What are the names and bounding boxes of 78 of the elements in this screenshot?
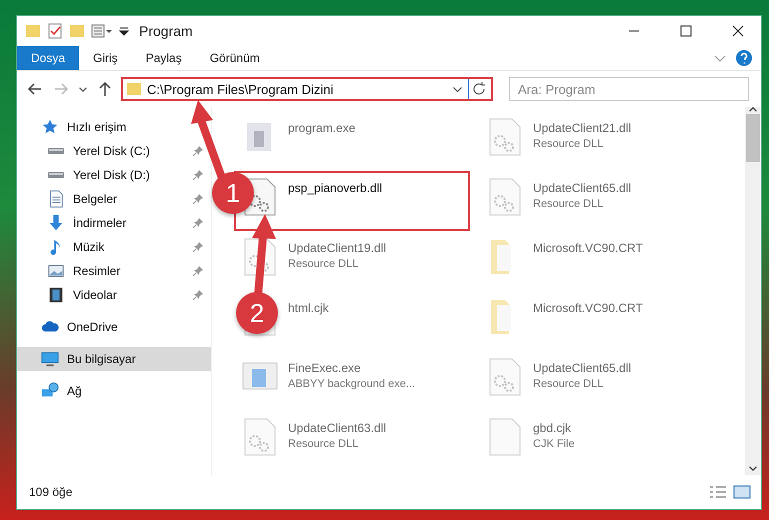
sidebar-item[interactable]: OneDrive bbox=[17, 315, 211, 339]
chevron-down-icon[interactable] bbox=[749, 466, 757, 471]
file-name[interactable]: UpdateClient21.dll bbox=[533, 121, 632, 135]
ribbon-tab[interactable]: Giriş bbox=[79, 46, 132, 70]
chevron-up-icon[interactable] bbox=[749, 107, 757, 112]
sidebar-item[interactable]: Bu bilgisayar bbox=[17, 347, 211, 371]
pin-icon bbox=[193, 170, 203, 180]
sidebar-item[interactable]: İndirmeler bbox=[17, 211, 211, 235]
gear-file-icon bbox=[242, 417, 278, 457]
file-name[interactable]: UpdateClient65.dll bbox=[533, 361, 632, 375]
folder-icon bbox=[127, 83, 141, 95]
sidebar-item[interactable]: Müzik bbox=[17, 235, 211, 259]
file-name[interactable]: Microsoft.VC90.CRT bbox=[533, 241, 643, 255]
gear-file-icon bbox=[487, 357, 523, 397]
file-icon bbox=[487, 417, 523, 457]
properties-icon[interactable] bbox=[91, 23, 113, 39]
drive-icon bbox=[47, 147, 65, 155]
folder-icon bbox=[25, 23, 41, 39]
pin-icon bbox=[193, 242, 203, 252]
pin-icon bbox=[193, 146, 203, 156]
details-view-icon[interactable] bbox=[709, 485, 727, 499]
chevron-down-icon[interactable] bbox=[453, 86, 462, 92]
file-name[interactable]: UpdateClient19.dll bbox=[288, 241, 386, 255]
document-icon bbox=[47, 190, 65, 208]
maximize-icon bbox=[680, 25, 692, 37]
file-name[interactable]: gbd.cjk bbox=[533, 421, 575, 435]
file-type: Resource DLL bbox=[533, 198, 604, 210]
file-type: CJK File bbox=[533, 438, 575, 450]
pin-icon bbox=[193, 266, 203, 276]
sidebar-item[interactable]: Belgeler bbox=[17, 187, 211, 211]
file-name[interactable]: program.exe bbox=[288, 121, 356, 135]
picture-icon bbox=[47, 262, 65, 280]
large-icons-view-icon[interactable] bbox=[733, 485, 751, 499]
scrollbar[interactable] bbox=[745, 107, 761, 475]
back-arrow-icon bbox=[27, 81, 43, 97]
file-type: ABBYY background exe... bbox=[288, 378, 415, 390]
pin-icon bbox=[193, 290, 203, 300]
file-name[interactable]: FineExec.exe bbox=[288, 361, 415, 375]
scrollbar-thumb[interactable] bbox=[746, 114, 760, 162]
sidebar-item[interactable]: Ağ bbox=[17, 379, 211, 403]
sidebar-item[interactable]: Hızlı erişim bbox=[17, 115, 211, 139]
drive-icon bbox=[47, 171, 65, 179]
address-field[interactable]: C:\Program Files\Program Dizini bbox=[121, 77, 493, 101]
sidebar-item[interactable]: Yerel Disk (C:) bbox=[17, 139, 211, 163]
recent-dropdown[interactable] bbox=[77, 84, 89, 94]
up-arrow-icon bbox=[97, 81, 113, 97]
file-type: Resource DLL bbox=[288, 438, 360, 450]
gear-file-icon bbox=[242, 237, 278, 277]
file-name[interactable]: psp_pianoverb.dll bbox=[288, 181, 382, 195]
window-title: Program bbox=[139, 23, 194, 39]
pin-icon bbox=[193, 194, 203, 204]
dropdown-icon[interactable] bbox=[119, 26, 129, 36]
close-icon bbox=[732, 25, 744, 37]
search-field[interactable]: Ara: Program bbox=[509, 77, 749, 101]
sidebar-item[interactable]: Yerel Disk (D:) bbox=[17, 163, 211, 187]
file-name[interactable]: UpdateClient65.dll bbox=[533, 181, 632, 195]
sidebar-item[interactable]: Videolar bbox=[17, 283, 211, 307]
ribbon-tab[interactable]: Paylaş bbox=[132, 46, 196, 70]
file-type: Resource DLL bbox=[533, 138, 604, 150]
ribbon-tab[interactable]: Görünüm bbox=[196, 46, 274, 70]
down-arrow-icon bbox=[47, 214, 65, 232]
ribbon-tab[interactable]: Dosya bbox=[17, 46, 80, 70]
checklist-icon[interactable] bbox=[47, 23, 63, 39]
forward-arrow-icon bbox=[53, 81, 69, 97]
file-type: Resource DLL bbox=[288, 258, 360, 270]
monitor-icon bbox=[41, 350, 59, 368]
gear-file-icon bbox=[487, 177, 523, 217]
gear-file-icon bbox=[487, 117, 523, 157]
star-icon bbox=[41, 118, 59, 136]
item-count: 109 öğe bbox=[29, 485, 74, 499]
sidebar-item[interactable]: Resimler bbox=[17, 259, 211, 283]
file-type: Resource DLL bbox=[533, 378, 604, 390]
film-icon bbox=[47, 286, 65, 304]
chevron-down-icon bbox=[79, 86, 87, 92]
pin-icon bbox=[193, 218, 203, 228]
file-name[interactable]: UpdateClient63.dll bbox=[288, 421, 386, 435]
file-name[interactable]: html.cjk bbox=[288, 301, 329, 315]
file-name[interactable]: Microsoft.VC90.CRT bbox=[533, 301, 643, 315]
